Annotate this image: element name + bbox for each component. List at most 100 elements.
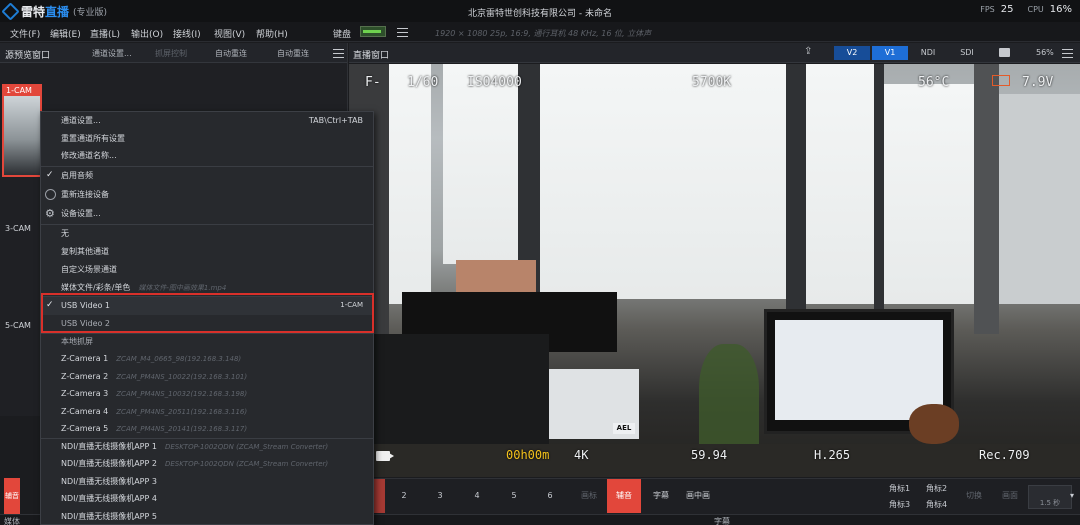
auto-reconnect-button-1[interactable]: 自动重连 bbox=[215, 48, 247, 59]
gear-icon: ⚙ bbox=[45, 207, 55, 220]
menu-file[interactable]: 文件(F) bbox=[10, 27, 40, 40]
menu-output[interactable]: 输出(O) bbox=[131, 27, 163, 40]
menu-z-camera-5[interactable]: Z-Camera 5 ZCAM_PM4NS_20141(192.168.3.117… bbox=[41, 420, 373, 438]
caption-button[interactable]: 字幕 bbox=[645, 479, 677, 513]
corner-3-button[interactable]: 角标3 bbox=[889, 499, 910, 510]
record-camera-icon bbox=[376, 451, 394, 461]
channel-settings-button[interactable]: 通道设置... bbox=[92, 48, 132, 59]
fps-label: FPS bbox=[980, 5, 995, 14]
chat-icon[interactable] bbox=[999, 48, 1010, 57]
tab-v1[interactable]: V1 bbox=[872, 46, 908, 60]
switcher-more-icon[interactable]: ▾ bbox=[1070, 491, 1074, 500]
switch-2-button[interactable]: 2 bbox=[389, 479, 419, 513]
usb-video-highlight bbox=[41, 293, 374, 333]
window-title: 北京雷特世创科技有限公司 - 未命名 bbox=[468, 9, 612, 19]
menu-z-camera-3[interactable]: Z-Camera 3 ZCAM_PM4NS_10032(192.168.3.198… bbox=[41, 385, 373, 403]
menu-live[interactable]: 直播(L) bbox=[90, 27, 120, 40]
corner-1-button[interactable]: 角标1 bbox=[889, 483, 910, 494]
osd-shutter: 1/60 bbox=[407, 75, 439, 90]
menu-copy-channel[interactable]: 复制其他通道 bbox=[41, 243, 373, 261]
format-info: 1920 × 1080 25p, 16:9, 通行耳机 48 KHz, 16 位… bbox=[435, 29, 652, 38]
osd-white-balance: 5700K bbox=[692, 75, 732, 90]
logo-button[interactable]: 画标 bbox=[571, 479, 607, 513]
program-title: 直播窗口 bbox=[353, 51, 390, 61]
menu-rename-channel[interactable]: 修改通道名称... bbox=[41, 147, 373, 165]
preview-menu-icon[interactable] bbox=[333, 49, 344, 58]
menu-ndi-app-4[interactable]: NDI/直播无线摄像机APP 4 bbox=[41, 490, 373, 508]
tab-sdi[interactable]: SDI bbox=[951, 46, 983, 60]
menu-channel-settings[interactable]: 通道设置... TAB\Ctrl+TAB bbox=[41, 112, 373, 130]
cam-3-label[interactable]: 3-CAM bbox=[5, 224, 31, 233]
pip-button[interactable]: 画中画 bbox=[680, 479, 716, 513]
checkmark-icon: ✓ bbox=[46, 170, 54, 180]
upload-icon[interactable]: ⇪ bbox=[804, 46, 812, 57]
osd-timecode: 00h00m bbox=[506, 448, 550, 462]
menu-ndi-app-2[interactable]: NDI/直播无线摄像机APP 2 DESKTOP-1002QDN (ZCAM_St… bbox=[41, 455, 373, 473]
menu-help[interactable]: 帮助(H) bbox=[256, 27, 288, 40]
menu-ndi-app-3[interactable]: NDI/直播无线摄像机APP 3 bbox=[41, 473, 373, 491]
menu-input[interactable]: 接线(I) bbox=[173, 27, 201, 40]
cpu-value: 16% bbox=[1049, 4, 1072, 15]
osd-voltage: 7.9V bbox=[1022, 75, 1054, 90]
tab-ndi[interactable]: NDI bbox=[912, 46, 944, 60]
audio-meter-icon bbox=[360, 26, 386, 37]
cam-1-thumbnail[interactable]: 1-CAM bbox=[2, 84, 42, 177]
channel-settings-shortcut: TAB\Ctrl+TAB bbox=[308, 116, 363, 125]
menu-hamburger-icon[interactable] bbox=[397, 28, 408, 37]
media-file-name: 媒体文件-图中画效果1.mp4 bbox=[138, 284, 227, 292]
menu-ndi-app-5[interactable]: NDI/直播无线摄像机APP 5 bbox=[41, 508, 373, 525]
battery-icon bbox=[992, 75, 1010, 86]
switch-6-button[interactable]: 6 bbox=[535, 479, 565, 513]
menu-z-camera-4[interactable]: Z-Camera 4 ZCAM_PM4NS_20511(192.168.3.116… bbox=[41, 403, 373, 421]
menu-none[interactable]: 无 bbox=[41, 225, 373, 243]
osd-colorspace: Rec.709 bbox=[979, 448, 1030, 462]
program-video: F- 1/60 ISO4000 5700K 56°C 7.9V AEL 00h0… bbox=[349, 64, 1080, 477]
corner-2-button[interactable]: 角标2 bbox=[926, 483, 947, 494]
switch-4-button[interactable]: 4 bbox=[462, 479, 492, 513]
auto-reconnect-button-2[interactable]: 自动重连 bbox=[277, 48, 309, 59]
reconnect-icon bbox=[45, 189, 56, 200]
cam-1-tag: 1-CAM bbox=[4, 86, 40, 96]
osd-ael: AEL bbox=[613, 423, 635, 434]
caption-tab[interactable]: 字幕 bbox=[714, 516, 730, 525]
switch-5-button[interactable]: 5 bbox=[499, 479, 529, 513]
menu-view[interactable]: 视图(V) bbox=[214, 27, 245, 40]
fps-value: 25 bbox=[1000, 4, 1014, 15]
osd-iso: ISO4000 bbox=[467, 75, 522, 90]
title-bar: 雷特直播 (专业版) 北京雷特世创科技有限公司 - 未命名 FPS 25 CPU… bbox=[0, 0, 1080, 22]
preview-title: 源预览窗口 bbox=[5, 51, 51, 61]
menu-z-camera-2[interactable]: Z-Camera 2 ZCAM_PM4NS_10022(192.168.3.101… bbox=[41, 368, 373, 386]
osd-temperature: 56°C bbox=[918, 75, 950, 90]
keyboard-button[interactable]: 键盘 bbox=[333, 27, 351, 40]
transition-duration-value: 1.5 秒 bbox=[1039, 499, 1061, 507]
menu-enable-audio[interactable]: ✓ 启用音频 bbox=[41, 167, 373, 185]
transition-duration[interactable]: 1.5 秒 bbox=[1028, 485, 1072, 509]
osd-resolution: 4K bbox=[574, 448, 589, 462]
cam-5-label[interactable]: 5-CAM bbox=[5, 321, 31, 330]
left-audio-button[interactable]: 辅音 bbox=[4, 478, 20, 514]
program-header: 直播窗口 ⇪ V2 V1 NDI SDI 56% bbox=[349, 43, 1080, 63]
menu-device-settings[interactable]: ⚙ 设备设置... bbox=[41, 205, 373, 223]
perf-stats: FPS 25 CPU 16% bbox=[980, 4, 1072, 15]
cut-button[interactable]: 画面 bbox=[993, 479, 1027, 513]
menu-z-camera-1[interactable]: Z-Camera 1 ZCAM_M4_0665_98(192.168.3.148) bbox=[41, 350, 373, 368]
media-tab[interactable]: 媒体 bbox=[4, 516, 20, 525]
menu-reconnect-device[interactable]: 重新连接设备 bbox=[41, 186, 373, 204]
switch-3-button[interactable]: 3 bbox=[425, 479, 455, 513]
menu-reset-channel[interactable]: 重置通道所有设置 bbox=[41, 130, 373, 148]
menu-custom-scene[interactable]: 自定义场景通道 bbox=[41, 261, 373, 279]
crop-control-button[interactable]: 抓屏控制 bbox=[155, 48, 187, 59]
program-menu-icon[interactable] bbox=[1062, 49, 1073, 58]
preview-header: 源预览窗口 通道设置... 抓屏控制 自动重连 自动重连 bbox=[0, 43, 347, 63]
zoom-level[interactable]: 56% bbox=[1036, 48, 1054, 57]
osd-framerate: 59.94 bbox=[691, 448, 728, 462]
switch-transition-button[interactable]: 切换 bbox=[957, 479, 991, 513]
corner-4-button[interactable]: 角标4 bbox=[926, 499, 947, 510]
menu-edit[interactable]: 编辑(E) bbox=[50, 27, 81, 40]
audio-active-button[interactable]: 辅音 bbox=[607, 479, 641, 513]
tab-v2[interactable]: V2 bbox=[834, 46, 870, 60]
menu-bar: 文件(F) 编辑(E) 直播(L) 输出(O) 接线(I) 视图(V) 帮助(H… bbox=[0, 22, 1080, 42]
menu-local-capture[interactable]: 本地抓屏 bbox=[41, 333, 373, 351]
menu-ndi-app-1[interactable]: NDI/直播无线摄像机APP 1 DESKTOP-1002QDN (ZCAM_St… bbox=[41, 438, 373, 456]
osd-codec: H.265 bbox=[814, 448, 851, 462]
